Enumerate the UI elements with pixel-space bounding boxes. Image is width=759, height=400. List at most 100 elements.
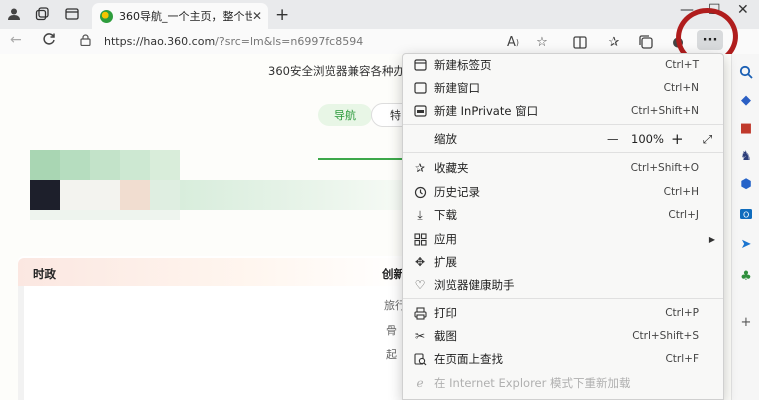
split-screen-icon[interactable]	[570, 32, 590, 52]
screenshot-icon: ✂	[414, 329, 426, 343]
url-path: /?src=lm&ls=n6997fc8594	[215, 34, 364, 48]
blurred-text: 骨	[386, 324, 397, 337]
back-button[interactable]: ←	[10, 32, 22, 48]
menu-shortcut: Ctrl+J	[668, 209, 699, 221]
close-window-button[interactable]: ✕	[737, 2, 749, 18]
microsoft-365-icon[interactable]: ⬢	[736, 174, 756, 194]
history-icon	[412, 184, 428, 200]
add-sidebar-app-icon[interactable]: +	[736, 312, 756, 332]
menu-item-downloads[interactable]: ⤓ 下载 Ctrl+J	[403, 204, 723, 226]
blurred-tile	[150, 150, 180, 180]
active-underline	[318, 158, 408, 160]
puzzle-piece-icon: ✥	[414, 255, 426, 269]
inprivate-window-icon	[412, 103, 428, 119]
favorites-icon: ✰	[414, 161, 426, 175]
shopping-tag-icon[interactable]: ◆	[736, 90, 756, 110]
zoom-out-button[interactable]: —	[607, 128, 619, 150]
blurred-tile	[120, 180, 150, 210]
nav-pill-active[interactable]: 导航	[318, 104, 372, 126]
news-tab-politics[interactable]: 时政	[33, 266, 56, 282]
submenu-arrow-icon: ▶	[708, 234, 715, 244]
menu-label: 新建 InPrivate 窗口	[434, 104, 539, 118]
new-tab-button[interactable]: +	[275, 5, 289, 25]
menu-item-history[interactable]: 历史记录 Ctrl+H	[403, 181, 723, 203]
menu-shortcut: Ctrl+P	[665, 307, 699, 319]
site-favicon-icon	[100, 9, 113, 23]
blurred-tile	[60, 150, 90, 180]
menu-item-new-tab[interactable]: 新建标签页 Ctrl+T	[403, 54, 723, 76]
url-text[interactable]: https://hao.360.com/?src=lm&ls=n6997fc85…	[104, 35, 363, 48]
favorites-bar-icon[interactable]: ✰	[604, 32, 624, 52]
blurred-tile	[180, 180, 405, 210]
tools-briefcase-icon[interactable]: ■	[736, 118, 756, 138]
download-icon: ⤓	[417, 207, 423, 222]
tab-close-icon[interactable]: ✕	[252, 9, 262, 23]
new-window-icon	[412, 80, 428, 96]
menu-label: 截图	[434, 329, 457, 343]
menu-label: 应用	[434, 232, 457, 246]
menu-label: 新建标签页	[434, 58, 492, 72]
search-icon[interactable]	[736, 62, 756, 82]
menu-item-extensions[interactable]: ✥ 扩展	[403, 251, 723, 273]
menu-item-new-window[interactable]: 新建窗口 Ctrl+N	[403, 77, 723, 99]
menu-label: 收藏夹	[434, 161, 469, 175]
menu-shortcut: Ctrl+Shift+O	[630, 162, 699, 174]
address-bar[interactable]: https://hao.360.com/?src=lm&ls=n6997fc85…	[80, 30, 560, 52]
blurred-tile	[150, 180, 180, 210]
menu-label: 历史记录	[434, 185, 480, 199]
apps-grid-icon	[412, 231, 428, 247]
menu-separator	[403, 124, 723, 125]
news-card-header	[18, 258, 408, 286]
new-tab-icon	[412, 57, 428, 73]
menu-item-favorites[interactable]: ✰ 收藏夹 Ctrl+Shift+O	[403, 157, 723, 179]
menu-item-zoom: 缩放 — 100% + ⤢	[403, 128, 723, 150]
outlook-icon[interactable]: O	[736, 204, 756, 224]
lock-icon[interactable]	[80, 33, 96, 49]
internet-explorer-icon: ℯ	[416, 376, 424, 390]
menu-shortcut: Ctrl+Shift+S	[632, 330, 699, 342]
games-chess-icon[interactable]: ♞	[736, 146, 756, 166]
url-host: https://hao.360.com	[104, 34, 216, 48]
tab-actions-icon[interactable]	[63, 5, 81, 23]
blurred-tile	[120, 150, 150, 180]
menu-label: 在 Internet Explorer 模式下重新加载	[434, 376, 631, 390]
workspaces-icon[interactable]	[33, 5, 51, 23]
menu-item-browser-health[interactable]: ♡ 浏览器健康助手	[403, 274, 723, 296]
menu-label: 新建窗口	[434, 81, 480, 95]
zoom-in-button[interactable]: +	[671, 128, 684, 150]
menu-shortcut: Ctrl+H	[663, 186, 699, 198]
tree-icon[interactable]: ♣	[736, 266, 756, 286]
navigation-toolbar: ← https://hao.360.com/?src=lm&ls=n6997fc…	[0, 29, 759, 54]
fullscreen-icon[interactable]: ⤢	[703, 128, 712, 150]
menu-label: 下载	[434, 208, 457, 222]
menu-label: 扩展	[434, 255, 457, 269]
menu-separator	[403, 298, 723, 299]
profile-icon[interactable]	[5, 5, 23, 23]
menu-item-find[interactable]: 在页面上查找 Ctrl+F	[403, 348, 723, 370]
blurred-tile	[30, 210, 180, 220]
menu-shortcut: Ctrl+Shift+N	[631, 105, 699, 117]
menu-shortcut: Ctrl+F	[665, 353, 699, 365]
menu-item-apps[interactable]: 应用 ▶	[403, 228, 723, 250]
blurred-tile	[30, 180, 60, 210]
menu-label: 打印	[434, 306, 457, 320]
tab-strip: 360导航_一个主页，整个世界 ✕ + — ☐ ✕	[0, 0, 759, 29]
blurred-text: 起	[386, 348, 397, 361]
tab-title: 360导航_一个主页，整个世界	[119, 10, 252, 23]
blurred-tile	[30, 150, 60, 180]
menu-label: 在页面上查找	[434, 352, 503, 366]
refresh-button[interactable]	[42, 32, 56, 50]
zoom-level: 100%	[631, 132, 664, 146]
collections-icon[interactable]	[636, 32, 656, 52]
menu-item-print[interactable]: 打印 Ctrl+P	[403, 302, 723, 324]
active-tab[interactable]: 360导航_一个主页，整个世界 ✕	[92, 3, 268, 29]
edge-sidebar: ◆ ■ ♞ ⬢ O ➤ ♣ +	[731, 54, 759, 400]
menu-label: 浏览器健康助手	[434, 278, 515, 292]
menu-item-new-inprivate[interactable]: 新建 InPrivate 窗口 Ctrl+Shift+N	[403, 100, 723, 122]
telegram-send-icon[interactable]: ➤	[736, 234, 756, 254]
read-aloud-icon[interactable]: A)	[503, 32, 523, 52]
menu-item-ie-mode: ℯ 在 Internet Explorer 模式下重新加载	[403, 372, 723, 394]
menu-item-screenshot[interactable]: ✂ 截图 Ctrl+Shift+S	[403, 325, 723, 347]
settings-menu: 新建标签页 Ctrl+T 新建窗口 Ctrl+N 新建 InPrivate 窗口…	[402, 53, 724, 400]
favorite-star-icon[interactable]: ☆	[532, 32, 552, 52]
